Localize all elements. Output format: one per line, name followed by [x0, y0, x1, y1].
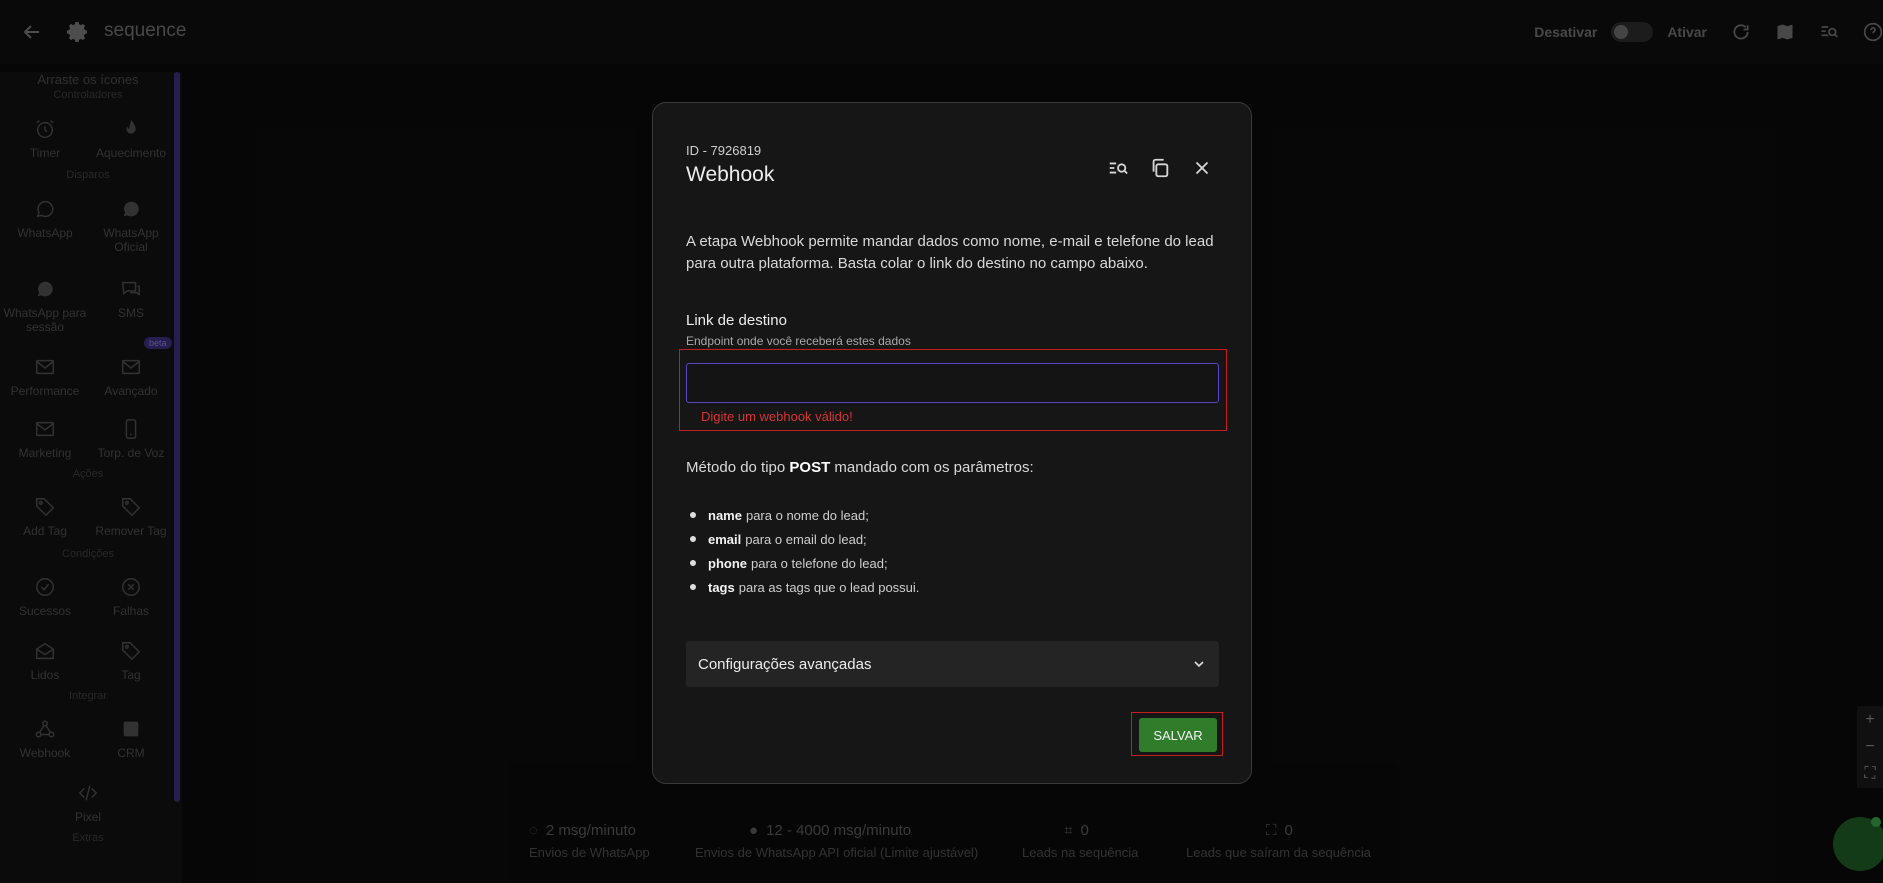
- param-desc: para o email do lead;: [745, 531, 867, 547]
- field-sublabel: Endpoint onde você receberá estes dados: [686, 334, 911, 348]
- search-list-icon[interactable]: [1107, 157, 1129, 179]
- modal-description: A etapa Webhook permite mandar dados com…: [686, 233, 1214, 272]
- chevron-down-icon: [1194, 661, 1204, 668]
- webhook-url-input[interactable]: [686, 363, 1219, 403]
- webhook-modal: ID - 7926819 Webhook A etapa Webhook per…: [652, 102, 1252, 784]
- param-desc: para o telefone do lead;: [751, 555, 888, 571]
- accordion-label: Configurações avançadas: [698, 655, 872, 673]
- param-item: email para o email do lead;: [686, 527, 919, 551]
- method-description: Método do tipo POST mandado com os parâm…: [686, 459, 1034, 476]
- param-name: tags: [708, 579, 735, 595]
- param-name: name: [708, 507, 742, 523]
- param-item: name para o nome do lead;: [686, 503, 919, 527]
- method-suffix: mandado com os parâmetros:: [830, 459, 1034, 476]
- param-desc: para o nome do lead;: [745, 507, 869, 523]
- modal-title: Webhook: [686, 163, 775, 186]
- method-type: POST: [789, 459, 831, 476]
- field-label: Link de destino: [686, 312, 787, 329]
- modal-actions: [1107, 157, 1213, 179]
- node-id: ID - 7926819: [686, 143, 762, 158]
- advanced-settings-accordion[interactable]: Configurações avançadas: [686, 641, 1219, 687]
- copy-icon[interactable]: [1149, 157, 1171, 179]
- params-list: name para o nome do lead; email para o ema…: [686, 503, 919, 599]
- field-error-message: Digite um webhook válido!: [701, 409, 853, 424]
- param-desc: para as tags que o lead possui.: [738, 579, 920, 595]
- close-icon[interactable]: [1191, 157, 1213, 179]
- param-name: phone: [708, 555, 747, 571]
- method-prefix: Método do tipo: [686, 459, 790, 476]
- save-button[interactable]: SALVAR: [1139, 718, 1217, 752]
- param-item: tags para as tags que o lead possui.: [686, 575, 919, 599]
- param-name: email: [708, 531, 742, 547]
- param-item: phone para o telefone do lead;: [686, 551, 919, 575]
